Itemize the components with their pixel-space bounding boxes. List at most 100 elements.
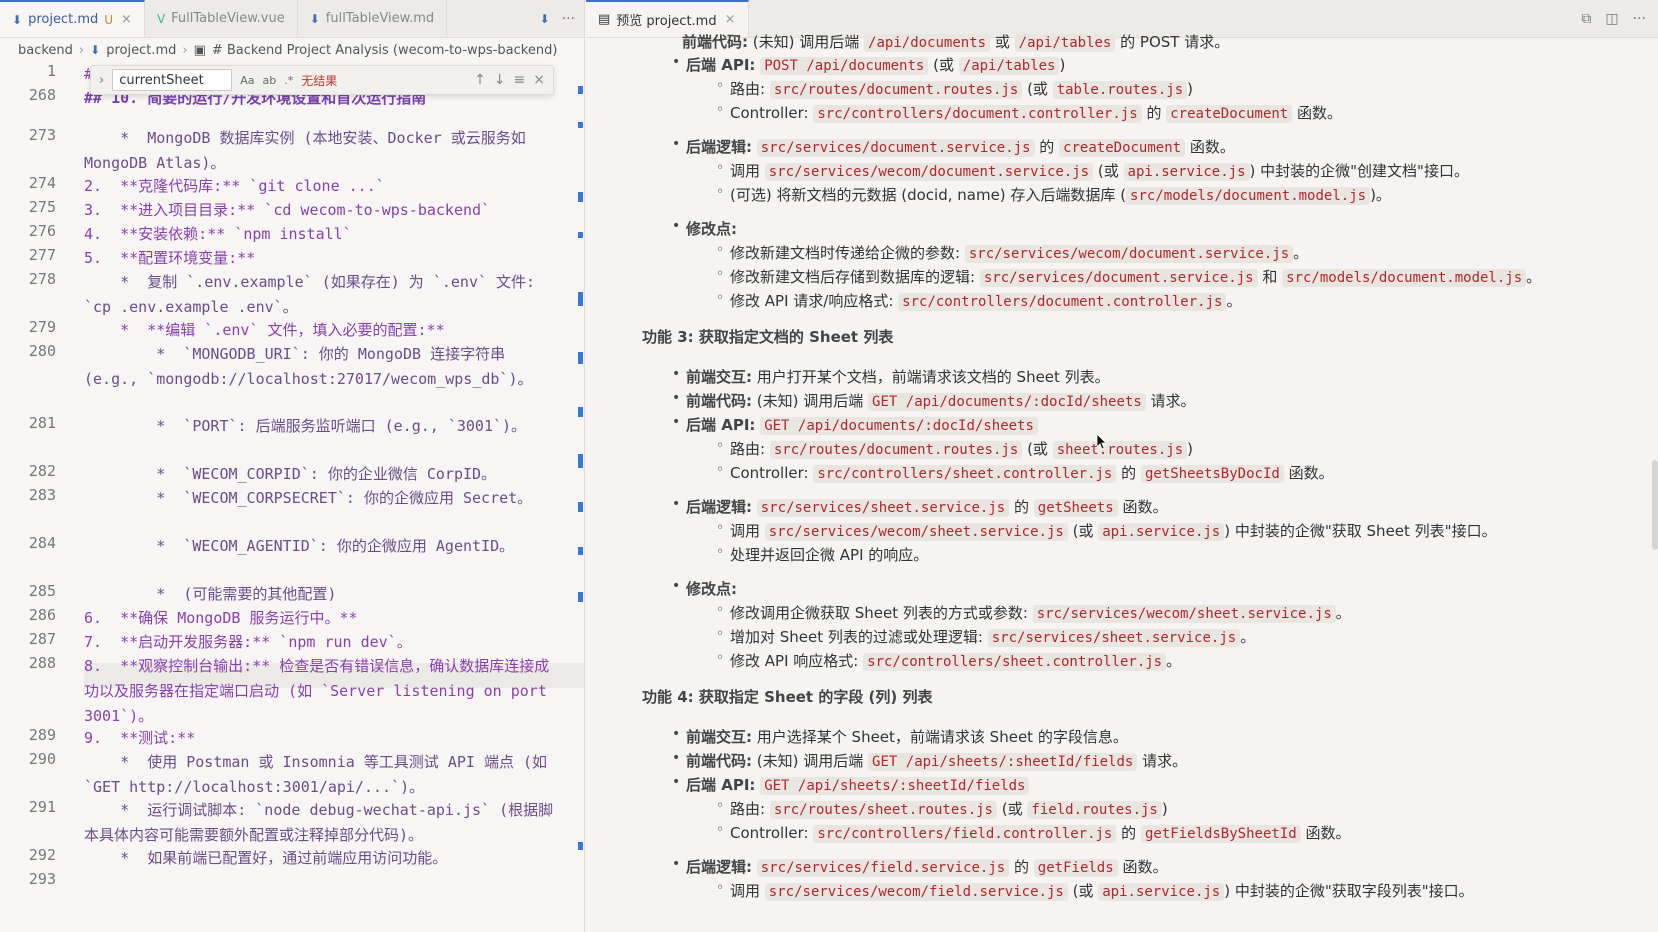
- close-tab-icon[interactable]: ×: [121, 12, 132, 27]
- list-item: (可选) 将新文档的元数据 (docid, name) 存入后端数据库 (src…: [730, 186, 1391, 205]
- whole-word-toggle[interactable]: ab: [262, 74, 276, 87]
- bullet: •: [672, 136, 681, 152]
- line-number: 284: [28, 534, 56, 552]
- close-find-icon[interactable]: ×: [533, 72, 545, 88]
- bullet: ◦: [716, 102, 725, 118]
- code-line: 7. **启动开发服务器:** `npm run dev`。: [84, 633, 412, 651]
- find-widget: › currentSheet Aa ab .* 无结果 ↑ ↓ ≡ ×: [90, 65, 554, 95]
- chevron-right-icon: ›: [182, 42, 188, 58]
- bullet: ◦: [716, 242, 725, 258]
- bullet: ◦: [716, 290, 725, 306]
- bullet: ◦: [716, 544, 725, 560]
- preview-pane: ▤ 预览 project.md × ⧉ ◫ ··· 前端代码: (未知) 调用后…: [586, 0, 1658, 932]
- line-number: 291: [28, 798, 56, 816]
- breadcrumb-file[interactable]: project.md: [106, 43, 176, 58]
- section-heading: 功能 3: 获取指定文档的 Sheet 列表: [642, 328, 894, 346]
- editor-actions: ⧉ ◫ ···: [1581, 0, 1658, 37]
- markdown-icon: ⬇: [12, 12, 23, 27]
- tab-project-md[interactable]: ⬇ project.md U ×: [0, 0, 145, 37]
- next-match-icon[interactable]: ↓: [494, 72, 506, 88]
- code-line: * 使用 Postman 或 Insomnia 等工具测试 API 端点 (如 …: [84, 753, 557, 796]
- tab-label: fullTableView.md: [325, 11, 435, 26]
- bullet: •: [672, 726, 681, 742]
- tab-label: FullTableView.vue: [171, 11, 285, 26]
- split-editor-icon[interactable]: ◫: [1605, 11, 1618, 27]
- bullet: •: [672, 366, 681, 382]
- scroll-marker: [578, 454, 583, 468]
- list-item: 前端代码: (未知) 调用后端 GET /api/documents/:docI…: [686, 392, 1196, 411]
- list-item: 前端代码: (未知) 调用后端 /api/documents 或 /api/ta…: [682, 33, 1230, 52]
- markdown-icon[interactable]: ⬇: [540, 12, 550, 26]
- code-line: * `MONGODB_URI`: 你的 MongoDB 连接字符串 (e.g.,…: [84, 345, 533, 388]
- bullet: ◦: [716, 184, 725, 200]
- bullet: •: [672, 390, 681, 406]
- bullet: ◦: [716, 78, 725, 94]
- breadcrumb-symbol[interactable]: # Backend Project Analysis (wecom-to-wps…: [212, 43, 558, 58]
- section-heading: 功能 4: 获取指定 Sheet 的字段 (列) 列表: [642, 688, 933, 706]
- bullet: •: [672, 578, 681, 594]
- line-number: 274: [28, 174, 56, 192]
- scroll-marker: [578, 352, 583, 364]
- markdown-icon: ⬇: [309, 11, 320, 26]
- modified-indicator: U: [104, 12, 114, 27]
- bullet: •: [672, 218, 681, 234]
- find-result-count: 无结果: [301, 73, 338, 88]
- scroll-marker: [578, 232, 583, 238]
- more-actions-icon[interactable]: ···: [562, 11, 575, 27]
- list-item: 后端逻辑: src/services/field.service.js 的 ge…: [686, 858, 1168, 877]
- list-item: Controller: src/controllers/field.contro…: [730, 824, 1351, 843]
- list-item: 路由: src/routes/document.routes.js (或 tab…: [730, 80, 1193, 99]
- preview-scrollbar-thumb[interactable]: [1652, 460, 1658, 550]
- bullet: ◦: [716, 266, 725, 282]
- more-actions-icon[interactable]: ···: [1633, 11, 1646, 27]
- code-editor[interactable]: 1 # 268 ## 10. 简要的运行/开发环境设置和首次运行指南 273 *…: [0, 62, 584, 932]
- scroll-marker: [578, 86, 583, 94]
- bullet: ◦: [716, 520, 725, 536]
- code-line: * `PORT`: 后端服务监听端口 (e.g., `3001`)。: [84, 417, 527, 435]
- list-item: 路由: src/routes/sheet.routes.js (或 field.…: [730, 800, 1168, 819]
- code-line: * MongoDB 数据库实例 (本地安装、Docker 或云服务如 Mongo…: [84, 129, 535, 172]
- find-in-selection-icon[interactable]: ≡: [514, 72, 526, 88]
- tab-fulltableview-md[interactable]: ⬇ fullTableView.md: [298, 0, 448, 37]
- regex-toggle[interactable]: .*: [284, 74, 293, 87]
- vue-icon: V: [156, 11, 166, 26]
- bullet: •: [672, 856, 681, 872]
- mouse-pointer-icon: [1097, 434, 1107, 450]
- editor-pane: ⬇ project.md U × V FullTableView.vue ⬇ f…: [0, 0, 585, 932]
- line-number: 276: [28, 222, 56, 240]
- list-item: 后端 API: GET /api/documents/:docId/sheets: [686, 414, 1038, 437]
- preview-icon: ▤: [598, 12, 611, 27]
- list-item: 修改点:: [686, 580, 737, 598]
- bullet: •: [672, 496, 681, 512]
- code-line: * `WECOM_CORPSECRET`: 你的企微应用 Secret。: [84, 489, 533, 507]
- line-number: 288: [28, 654, 56, 672]
- code-line: * 复制 `.env.example` (如果存在) 为 `.env` 文件: …: [84, 273, 545, 316]
- bullet: ◦: [716, 880, 725, 896]
- scroll-marker: [578, 547, 583, 555]
- tab-fulltableview-vue[interactable]: V FullTableView.vue: [145, 0, 298, 37]
- code-line: 2. **克隆代码库:** `git clone ...`: [84, 177, 385, 195]
- find-input[interactable]: currentSheet: [112, 69, 233, 91]
- bullet: ◦: [716, 650, 725, 666]
- bullet: •: [672, 54, 681, 70]
- editor-scrollbar[interactable]: [576, 62, 584, 932]
- code-line: 5. **配置环境变量:**: [84, 249, 256, 267]
- list-item: 前端代码: (未知) 调用后端 GET /api/sheets/:sheetId…: [686, 752, 1188, 771]
- toggle-replace-icon[interactable]: ›: [99, 73, 104, 88]
- editor-tab-bar: ⬇ project.md U × V FullTableView.vue ⬇ f…: [0, 0, 584, 38]
- close-tab-icon[interactable]: ×: [725, 12, 736, 27]
- list-item: 后端逻辑: src/services/document.service.js 的…: [686, 138, 1235, 157]
- breadcrumb-folder[interactable]: backend: [18, 43, 73, 58]
- code-line: 3. **进入项目目录:** `cd wecom-to-wps-backend`: [84, 201, 491, 219]
- list-item: Controller: src/controllers/document.con…: [730, 104, 1343, 123]
- previous-match-icon[interactable]: ↑: [474, 72, 486, 88]
- list-item: 修改新建文档后存储到数据库的逻辑: src/services/document.…: [730, 268, 1542, 287]
- line-number: 287: [28, 630, 56, 648]
- open-source-icon[interactable]: ⧉: [1581, 11, 1591, 27]
- code-line: 6. **确保 MongoDB 服务运行中。**: [84, 609, 358, 627]
- scroll-marker: [578, 407, 583, 417]
- list-item: 后端 API: GET /api/sheets/:sheetId/fields: [686, 774, 1030, 797]
- list-item: 调用 src/services/wecom/field.service.js (…: [730, 882, 1474, 901]
- line-number: 273: [28, 126, 56, 144]
- match-case-toggle[interactable]: Aa: [240, 74, 254, 87]
